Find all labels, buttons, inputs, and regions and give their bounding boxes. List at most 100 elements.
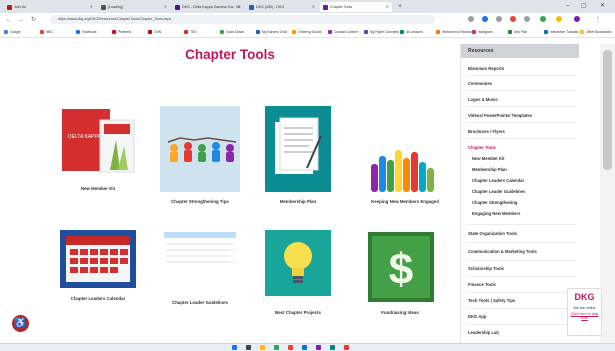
forward-icon[interactable]: → xyxy=(18,15,24,25)
sidebar-item-finance[interactable]: Finance Tools xyxy=(468,282,496,287)
membership-plan-image xyxy=(265,106,331,192)
sidebar-item-brochures[interactable]: Brochures / Flyers xyxy=(468,129,505,134)
bookmark-item[interactable]: CNN xyxy=(148,28,161,36)
bookmark-item[interactable]: Google xyxy=(4,28,21,36)
divider xyxy=(466,308,576,309)
sidebar-item-chapter-tools[interactable]: Chapter Tools xyxy=(468,145,496,150)
sidebar-subitem-engaging-members[interactable]: Engaging New Members xyxy=(472,211,520,216)
tile-new-member-kit[interactable]: DELTA KAPPA xyxy=(60,106,136,178)
tile-caption[interactable]: Membership Plan xyxy=(248,199,348,204)
sidebar-subitem-new-member-kit[interactable]: New Member Kit xyxy=(472,156,505,161)
menu-icon[interactable]: ⋮ xyxy=(595,15,601,25)
minimize-icon[interactable]: – xyxy=(566,2,569,11)
page-title: Chapter Tools xyxy=(185,47,275,62)
close-icon[interactable]: ✕ xyxy=(312,2,315,12)
chat-link[interactable]: Click here to chat now xyxy=(568,312,601,320)
bookmark-item[interactable]: Sep Plan xyxy=(508,28,527,36)
tab-chapter-tools[interactable]: Chapter Tools ✕ xyxy=(320,2,392,12)
bookmark-item[interactable]: Instagram xyxy=(472,28,493,36)
close-icon[interactable]: ✕ xyxy=(238,2,241,12)
bookmark-item[interactable]: All Lessons xyxy=(400,28,423,36)
search-icon[interactable] xyxy=(246,345,251,350)
app-icon[interactable] xyxy=(316,345,321,350)
tile-caption[interactable]: Keeping New Members Engaged xyxy=(355,199,455,204)
extension-icon[interactable] xyxy=(468,16,474,22)
tab-dkg-home[interactable]: DKG - Delta Kappa Gamma Soc. Int. ✕ xyxy=(172,2,244,12)
new-tab-icon[interactable]: + xyxy=(398,2,402,11)
bookmark-item[interactable]: Interactive Tutorials xyxy=(544,28,579,36)
mail-icon[interactable] xyxy=(288,345,293,350)
bookmark-favicon-icon xyxy=(148,30,152,35)
sidebar-subitem-leaders-calendar[interactable]: Chapter Leaders Calendar xyxy=(472,178,524,183)
close-icon[interactable]: ✕ xyxy=(90,2,93,12)
tile-keeping-new-members-engaged[interactable] xyxy=(365,146,441,194)
tab-join-us[interactable]: Join Us ✕ xyxy=(4,2,96,12)
tile-chapter-leader-guidelines[interactable] xyxy=(160,230,240,294)
tab-dkg-455[interactable]: DKG (455) - DKG ✕ xyxy=(246,2,318,12)
tile-chapter-leaders-calendar[interactable] xyxy=(60,230,136,288)
bookmark-item[interactable]: Contact Content xyxy=(328,28,358,36)
tile-membership-plan[interactable] xyxy=(265,106,331,192)
sidebar-item-scholarship[interactable]: Scholarship Tools xyxy=(468,266,504,271)
chat-widget[interactable]: DKG We are online Click here to chat now xyxy=(567,288,602,336)
chrome-icon[interactable] xyxy=(274,345,279,350)
reload-icon[interactable]: ↻ xyxy=(31,15,36,25)
bookmark-item[interactable]: My Paper Concepts xyxy=(364,28,399,36)
bookmark-item[interactable]: Facebook xyxy=(76,28,96,36)
extension-icon[interactable] xyxy=(496,16,502,22)
bookmark-item[interactable]: Welcome to Ravena xyxy=(436,28,472,36)
edge-icon[interactable] xyxy=(302,345,307,350)
bookmark-item[interactable]: My Nursery Chat xyxy=(256,28,287,36)
folder-icon[interactable] xyxy=(260,345,265,350)
bookmark-item[interactable]: NBC xyxy=(40,28,53,36)
close-icon[interactable]: ✕ xyxy=(164,2,167,12)
tile-caption[interactable]: Chapter Leader Guidelines xyxy=(150,300,250,305)
new-member-kit-image: DELTA KAPPA xyxy=(62,109,135,173)
bookmark-item[interactable]: Good Grade xyxy=(220,28,244,36)
extension-icon[interactable] xyxy=(556,16,562,22)
tile-caption[interactable]: Chapter Strengthening Tips xyxy=(150,199,250,204)
app-icon[interactable] xyxy=(344,345,349,350)
extension-icon[interactable] xyxy=(524,16,530,22)
extension-icon[interactable] xyxy=(540,16,546,22)
sidebar-item-biennium-reports[interactable]: Biennium Reports xyxy=(468,66,504,71)
sidebar-item-state-organization[interactable]: State Organization Tools xyxy=(468,231,517,236)
tile-chapter-strengthening-tips[interactable] xyxy=(160,106,240,192)
extension-icon[interactable] xyxy=(482,16,488,22)
bookmark-item[interactable]: Other Bookmarks xyxy=(580,28,612,36)
sidebar-subitem-membership-plan[interactable]: Membership Plan xyxy=(472,167,507,172)
close-icon[interactable]: ✕ xyxy=(386,2,389,12)
tile-caption[interactable]: New Member Kit xyxy=(48,186,148,191)
bookmark-favicon-icon xyxy=(400,30,404,35)
start-icon[interactable] xyxy=(232,345,237,350)
accessibility-icon[interactable]: ♿ xyxy=(12,315,29,332)
divider xyxy=(466,324,576,325)
bookmark-item[interactable]: Ordering Goods xyxy=(292,28,321,36)
tile-caption[interactable]: Best Chapter Projects xyxy=(248,310,348,315)
sidebar-item-ceremonies[interactable]: Ceremonies xyxy=(468,81,492,86)
bookmark-item[interactable]: TED xyxy=(184,28,197,36)
app-icon[interactable] xyxy=(330,345,335,350)
tab-loading[interactable]: [Loading] ✕ xyxy=(98,2,170,12)
sidebar-item-dkg-app[interactable]: DKG App xyxy=(468,314,486,319)
sidebar-subitem-leader-guidelines[interactable]: Chapter Leader Guidelines xyxy=(472,189,525,194)
sidebar-item-videos[interactable]: Videos/ PowerPoints/ Templates xyxy=(468,113,532,118)
sidebar-item-logos-music[interactable]: Logos & Music xyxy=(468,97,498,102)
sidebar-item-leadership-lab[interactable]: Leadership Lab xyxy=(468,330,499,335)
window-close-icon[interactable]: ✕ xyxy=(600,2,605,11)
sidebar-item-tech-tools[interactable]: Tech Tools | Safety Tips xyxy=(468,298,515,303)
tile-best-chapter-projects[interactable] xyxy=(265,230,331,296)
sidebar-item-communication[interactable]: Communication & Marketing Tools xyxy=(468,249,537,254)
url-input[interactable]: https://www.dkg.org/DKG/Resources/Chapte… xyxy=(50,15,435,24)
divider xyxy=(466,292,576,293)
back-icon[interactable]: ← xyxy=(6,15,12,25)
sidebar-subitem-strengthening[interactable]: Chapter Strengthening xyxy=(472,200,517,205)
tile-fundraising-ideas[interactable]: $ xyxy=(368,232,434,302)
extension-icon[interactable] xyxy=(510,16,516,22)
maximize-icon[interactable]: ▢ xyxy=(581,2,587,11)
scrollbar-thumb[interactable] xyxy=(603,50,612,170)
bookmark-item[interactable]: Pinterest xyxy=(112,28,131,36)
tile-caption[interactable]: Chapter Leaders Calendar xyxy=(48,296,148,301)
tile-caption[interactable]: Fundraising Ideas xyxy=(350,310,450,315)
profile-avatar[interactable] xyxy=(574,16,580,22)
